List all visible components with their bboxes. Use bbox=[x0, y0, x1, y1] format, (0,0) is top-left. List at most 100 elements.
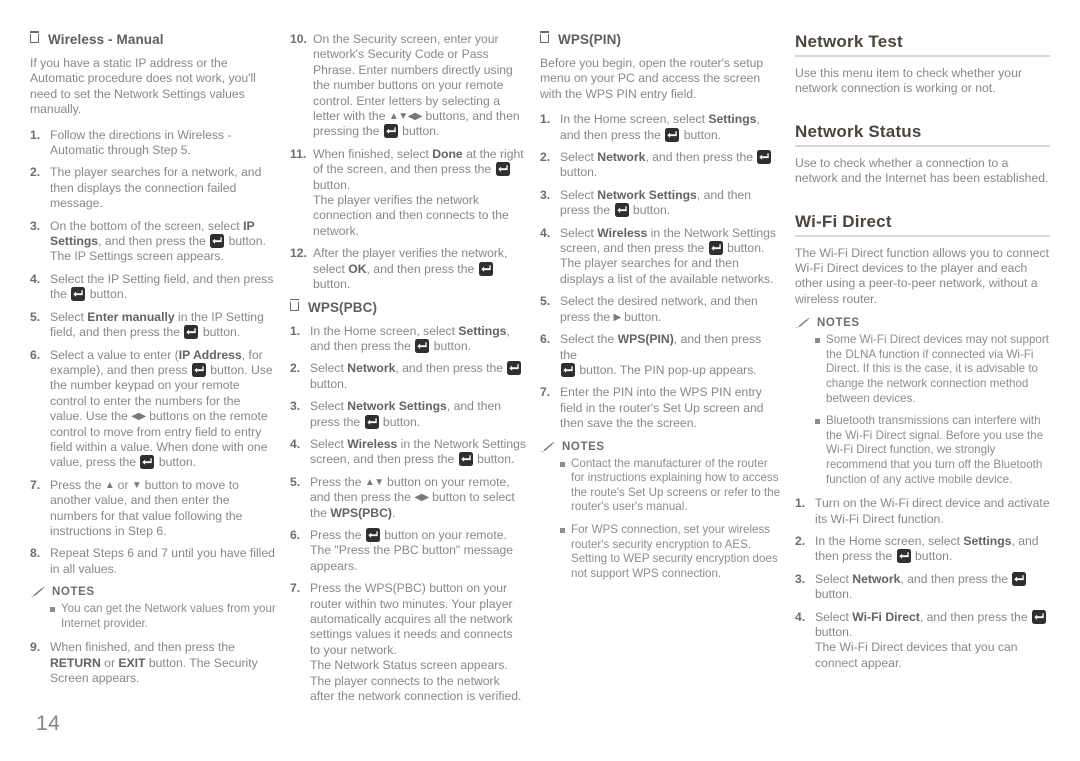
pencil-icon bbox=[795, 317, 810, 329]
column-1: Wireless - Manual If you have a static I… bbox=[29, 31, 290, 694]
enter-button-icon bbox=[614, 203, 629, 218]
step-item: 11. When finished, select Done at the rig… bbox=[290, 147, 526, 239]
note-text: Contact the manufacturer of the router f… bbox=[571, 456, 781, 514]
step-number: 2. bbox=[795, 534, 806, 548]
step-text: Select the desired network, and then pre… bbox=[560, 294, 758, 324]
ui-label: RETURN bbox=[50, 655, 101, 670]
ui-label: Network bbox=[852, 571, 901, 586]
ui-label: EXIT bbox=[118, 655, 146, 670]
step-item: 6. Select the WPS(PIN), and then press th… bbox=[540, 332, 781, 378]
ui-label: Wi-Fi Direct bbox=[852, 609, 920, 624]
section-divider bbox=[795, 144, 1050, 147]
enter-button-icon bbox=[71, 287, 86, 302]
enter-button-icon bbox=[478, 261, 493, 276]
steps-list-2: 1. In the Home screen, select Settings, a… bbox=[290, 324, 526, 705]
section-paragraph: Use to check whether a connection to a n… bbox=[795, 155, 1049, 186]
step-text: Select Wi-Fi Direct, and then press the … bbox=[815, 609, 1050, 672]
note-text: You can get the Network values from your… bbox=[61, 602, 276, 630]
step-item: 1. In the Home screen, select Settings, a… bbox=[290, 324, 526, 355]
direction-arrow-icon: ▲▼◀▶ bbox=[388, 111, 423, 123]
notes-list-1: You can get the Network values from your… bbox=[30, 602, 276, 631]
manual-page: Wireless - Manual If you have a static I… bbox=[0, 0, 1080, 761]
step-item: 12. After the player verifies the network… bbox=[290, 246, 526, 292]
notes-label: NOTES bbox=[817, 317, 860, 330]
ui-label: Settings bbox=[458, 323, 507, 338]
step-item: 1. Follow the directions in Wireless - Au… bbox=[30, 128, 276, 159]
step-number: 4. bbox=[290, 436, 301, 451]
note-item: Contact the manufacturer of the router f… bbox=[560, 457, 781, 515]
ui-label: Enter manually bbox=[87, 309, 175, 324]
square-bullet-icon bbox=[815, 333, 826, 406]
enter-button-icon bbox=[210, 234, 225, 249]
step-item: 1. Turn on the Wi-Fi direct device and ac… bbox=[795, 496, 1050, 527]
step-item: 4. Select Wireless in the Network Setting… bbox=[290, 437, 526, 468]
ui-label: Done bbox=[432, 146, 463, 161]
step-number: 2. bbox=[30, 165, 41, 180]
note-item: For WPS connection, set your wireless ro… bbox=[560, 523, 781, 581]
step-item: 2. In the Home screen, select Settings, a… bbox=[795, 534, 1050, 565]
subheading-label: WPS(PIN) bbox=[558, 32, 622, 47]
subheading-label: Wireless - Manual bbox=[48, 32, 164, 47]
step-number: 9. bbox=[30, 640, 41, 655]
steps-list-4: 1. Turn on the Wi-Fi direct device and ac… bbox=[795, 496, 1050, 671]
step-item: 5. Press the ▲▼ button on your remote, an… bbox=[290, 475, 526, 521]
step-text: Press the ▲▼ button on your remote, and … bbox=[310, 474, 515, 520]
step-item: 5. Select Enter manually in the IP Settin… bbox=[30, 310, 276, 341]
step-item: 8. Repeat Steps 6 and 7 until you have fi… bbox=[30, 546, 276, 577]
step-item: 4. Select Wireless in the Network Setting… bbox=[540, 226, 781, 288]
enter-button-icon bbox=[458, 452, 473, 467]
square-bullet-icon bbox=[815, 414, 826, 487]
enter-button-icon bbox=[191, 362, 206, 377]
enter-button-icon bbox=[383, 124, 398, 139]
step-number: 7. bbox=[540, 385, 551, 400]
section-paragraph: Use this menu item to check whether your… bbox=[795, 66, 1022, 96]
step-number: 2. bbox=[290, 361, 301, 376]
square-bullet-icon bbox=[560, 523, 571, 581]
notes-block-1: NOTES You can get the Network values fro… bbox=[30, 586, 276, 631]
direction-arrow-icon: ▲▼ bbox=[364, 476, 384, 488]
step-text: Turn on the Wi-Fi direct device and acti… bbox=[815, 496, 1050, 526]
square-bullet-icon bbox=[29, 31, 39, 43]
notes-label: NOTES bbox=[52, 586, 95, 599]
steps-list-3: 1. In the Home screen, select Settings, a… bbox=[540, 112, 781, 431]
column-4: Network Test Use this menu item to check … bbox=[795, 32, 1050, 678]
step-item: 3. Select Network Settings, and then pres… bbox=[540, 188, 781, 219]
step-text: Select Network Settings, and then press … bbox=[560, 187, 752, 218]
step-number: 8. bbox=[30, 546, 41, 561]
intro-paragraph: If you have a static IP address or the A… bbox=[30, 56, 256, 117]
steps-list-1-continued: 9. When finished, and then press the RETU… bbox=[30, 640, 276, 686]
step-text: The player searches for a network, and t… bbox=[50, 165, 262, 211]
enter-button-icon bbox=[1012, 571, 1027, 586]
step-item: 1. In the Home screen, select Settings, a… bbox=[540, 112, 781, 143]
ui-label: Settings bbox=[963, 534, 1012, 548]
step-text: In the Home screen, select Settings, and… bbox=[560, 112, 760, 142]
square-bullet-icon bbox=[50, 602, 61, 631]
step-text: Select Wireless in the Network Settings … bbox=[560, 225, 777, 286]
step-text: In the Home screen, select Settings, and… bbox=[815, 534, 1039, 564]
direction-arrow-icon: ▶ bbox=[613, 311, 622, 323]
ui-label: Network Settings bbox=[597, 187, 697, 202]
direction-arrow-icon: ▲ bbox=[104, 479, 115, 491]
section-title-wifi-direct: Wi-Fi Direct bbox=[795, 211, 892, 231]
ui-label: Settings bbox=[708, 112, 757, 127]
note-text: Some Wi-Fi Direct devices may not suppor… bbox=[826, 333, 1049, 405]
step-number: 1. bbox=[795, 496, 806, 511]
step-number: 2. bbox=[540, 150, 551, 165]
step-text: Follow the directions in Wireless - Auto… bbox=[50, 127, 232, 158]
intro-paragraph: Before you begin, open the router's setu… bbox=[540, 56, 764, 101]
section-title: Network Test bbox=[795, 32, 903, 51]
step-number: 12. bbox=[290, 246, 307, 261]
step-item: 4. Select the IP Setting field, and then … bbox=[30, 272, 276, 303]
step-item: 7. Press the WPS(PBC) button on your rout… bbox=[290, 581, 526, 704]
step-number: 1. bbox=[290, 323, 301, 338]
step-number: 11. bbox=[290, 146, 307, 161]
pencil-icon bbox=[540, 441, 555, 453]
subheading-wireless-manual: Wireless - Manual bbox=[29, 31, 276, 47]
note-item: Bluetooth transmissions can interfere wi… bbox=[815, 414, 1050, 487]
step-item: 10. On the Security screen, enter your ne… bbox=[290, 32, 526, 140]
square-bullet-icon bbox=[289, 298, 299, 311]
step-text: When finished, and then press the RETURN… bbox=[50, 640, 258, 686]
step-number: 1. bbox=[540, 112, 551, 127]
note-item: Some Wi-Fi Direct devices may not suppor… bbox=[815, 333, 1050, 406]
enter-button-icon bbox=[364, 414, 379, 429]
